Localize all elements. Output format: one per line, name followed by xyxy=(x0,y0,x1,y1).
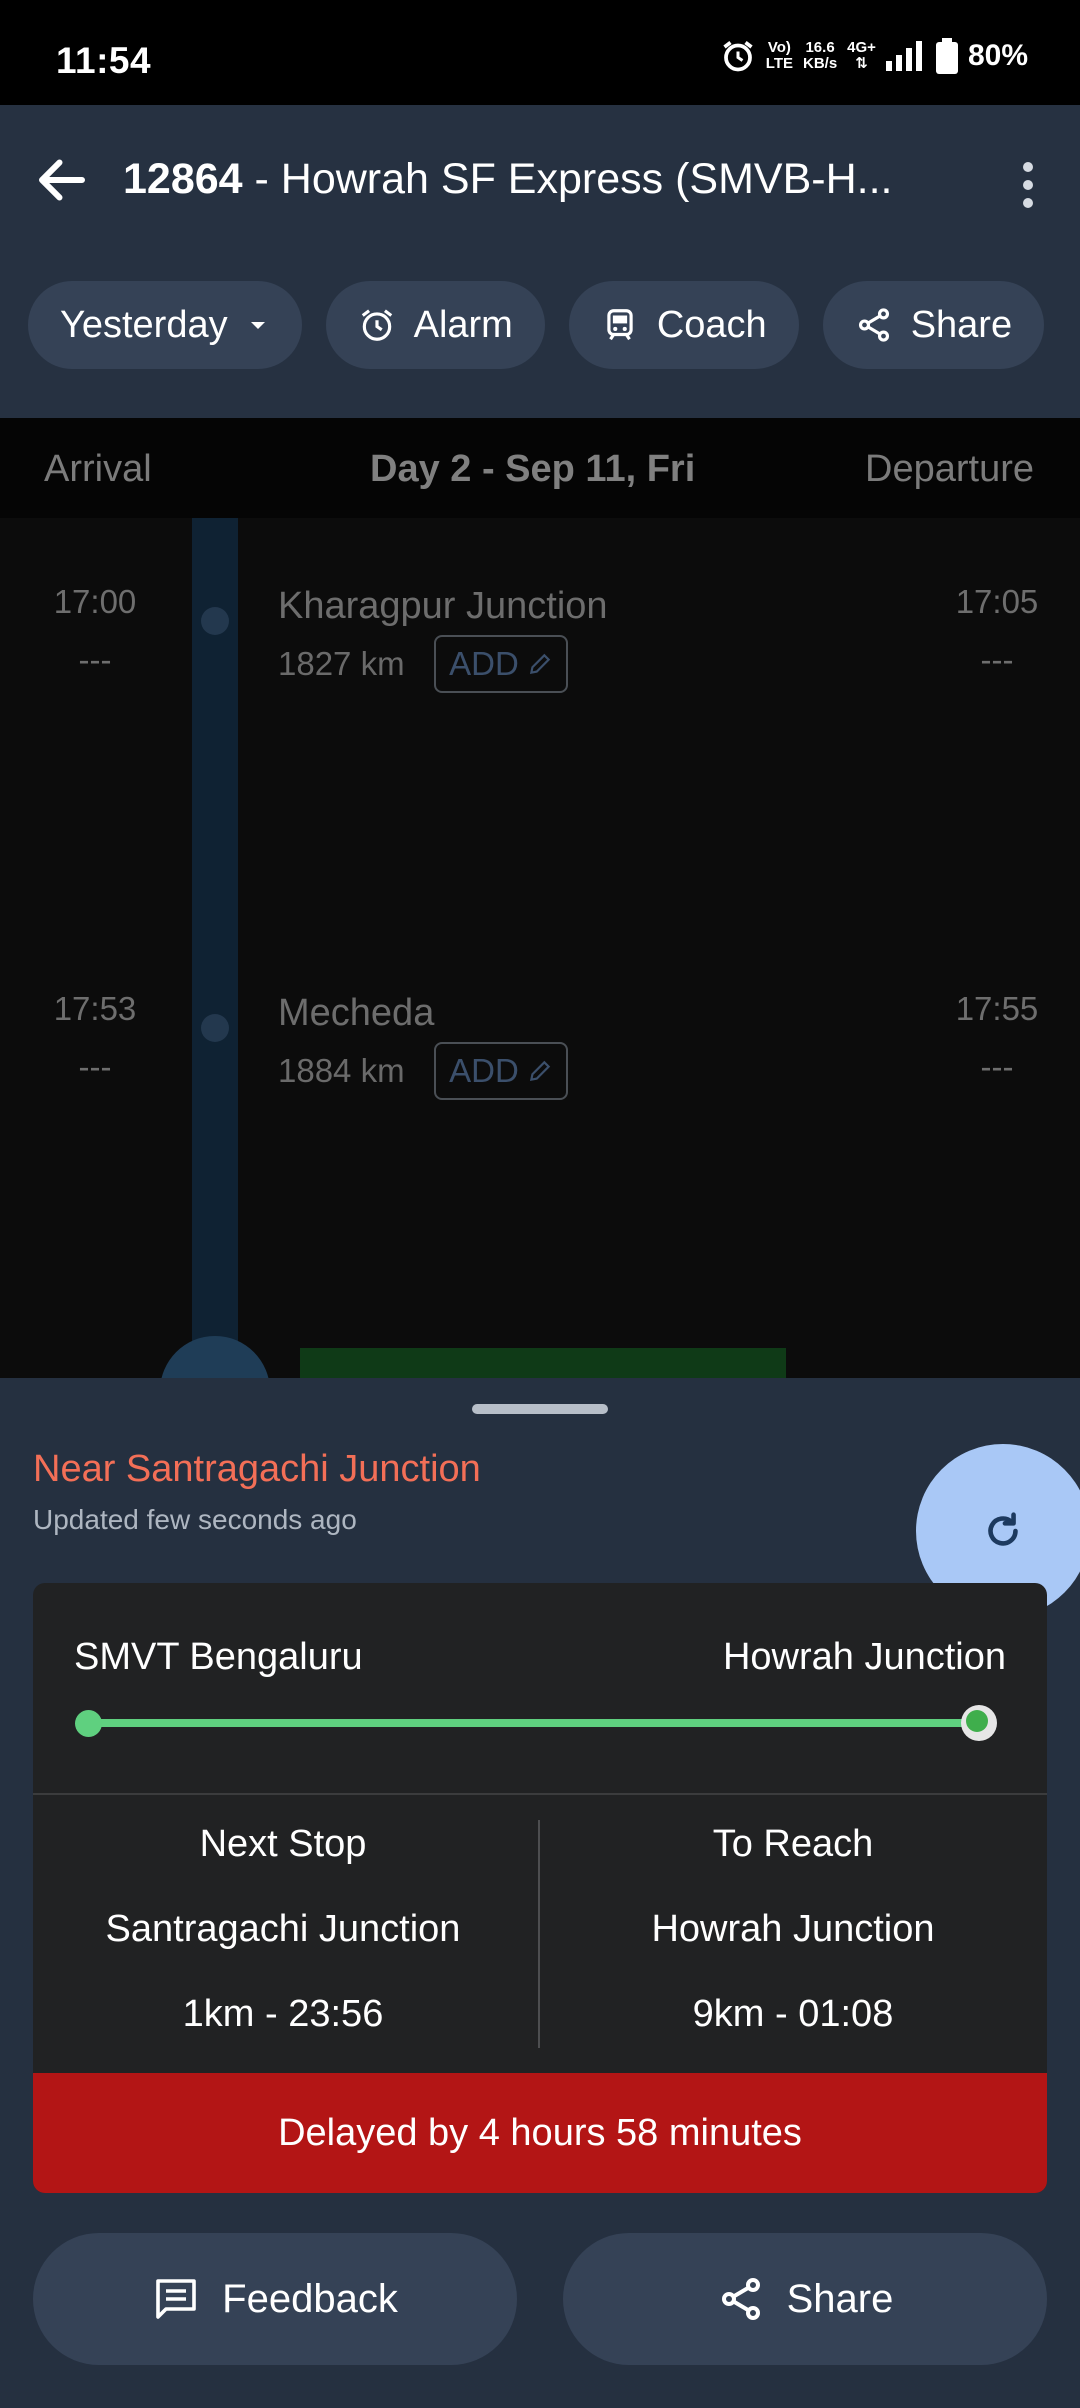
destination-station: Howrah Junction xyxy=(722,1636,1006,1678)
coach-label: Coach xyxy=(656,303,767,346)
sheet-drag-handle[interactable] xyxy=(472,1404,608,1414)
alarm-icon xyxy=(723,41,753,72)
to-reach-name: Howrah Junction xyxy=(651,1908,935,1950)
arrival-time: 17:00 --- xyxy=(53,583,137,678)
signal-type: 4G+ ⇅ xyxy=(847,39,876,72)
arrival-time: 17:53 --- xyxy=(53,990,137,1085)
signal-icon xyxy=(885,41,922,71)
share-label: Share xyxy=(786,2276,894,2321)
feedback-icon xyxy=(156,2279,196,2319)
train-location-icon xyxy=(160,1336,270,1378)
arrow-left-icon xyxy=(39,159,85,201)
train-number: 12864 xyxy=(123,155,243,203)
share-icon xyxy=(721,2278,760,2320)
departure-time: 17:55 --- xyxy=(955,990,1039,1085)
column-divider xyxy=(538,1820,540,2048)
station-dot xyxy=(201,607,229,635)
station-timeline[interactable]: 17:00 --- Kharagpur Junction 1827 km ADD … xyxy=(0,518,1080,1378)
station-row[interactable]: 17:53 --- Mecheda 1884 km ADD 17:55 --- xyxy=(0,925,1080,1100)
station-dot xyxy=(201,1014,229,1042)
station-name: Kharagpur Junction xyxy=(278,585,608,627)
dropdown-arrow-icon xyxy=(250,322,265,329)
card-divider xyxy=(33,1793,1047,1795)
pencil-icon xyxy=(529,1060,551,1082)
volte-indicator: Vo) LTE xyxy=(765,39,793,72)
to-reach-label: To Reach xyxy=(712,1823,874,1865)
next-stop-section: Next Stop Santragachi Junction 1km - 23:… xyxy=(33,1823,533,2078)
network-speed: 16.6 KB/s xyxy=(802,39,838,72)
next-stop-eta: 1km - 23:56 xyxy=(182,1993,384,2035)
add-platform-button[interactable]: ADD xyxy=(434,635,568,693)
current-location-banner xyxy=(300,1348,786,1378)
alarm-label: Alarm xyxy=(413,303,513,346)
coach-chip[interactable]: Coach xyxy=(568,281,799,369)
share-button[interactable]: Share xyxy=(563,2233,1047,2365)
next-stop-label: Next Stop xyxy=(199,1823,367,1865)
journey-status-card: SMVT Bengaluru Howrah Junction Next Stop… xyxy=(33,1583,1047,2193)
last-updated-text: Updated few seconds ago xyxy=(33,1504,357,1535)
progress-start-dot xyxy=(75,1710,102,1737)
refresh-icon xyxy=(988,1512,1018,1546)
share-chip-label: Share xyxy=(910,303,1013,346)
share-icon xyxy=(858,308,889,342)
alarm-chip[interactable]: Alarm xyxy=(325,281,545,369)
back-button[interactable] xyxy=(32,150,92,210)
journey-progress-bar xyxy=(88,1719,988,1727)
more-vert-icon xyxy=(1023,162,1033,172)
more-options-button[interactable] xyxy=(998,150,1058,220)
page-title: 12864 - Howrah SF Express (SMVB-H... xyxy=(123,155,943,204)
station-row[interactable]: 17:00 --- Kharagpur Junction 1827 km ADD … xyxy=(0,518,1080,693)
arrival-column-header: Arrival xyxy=(44,448,152,490)
to-reach-eta: 9km - 01:08 xyxy=(692,1993,894,2035)
status-bar: 11:54 Vo) LTE 16.6 KB/s 4G+ ⇅ 80% xyxy=(0,0,1080,105)
train-icon xyxy=(607,309,633,341)
current-location-text: Near Santragachi Junction xyxy=(33,1448,481,1490)
add-platform-button[interactable]: ADD xyxy=(434,1042,568,1100)
departure-time: 17:05 --- xyxy=(955,583,1039,678)
delay-banner: Delayed by 4 hours 58 minutes xyxy=(33,2073,1047,2193)
live-status-sheet: Near Santragachi Junction Updated few se… xyxy=(0,1378,1080,2408)
departure-column-header: Departure xyxy=(865,448,1034,490)
day-select-chip[interactable]: Yesterday xyxy=(28,281,302,369)
feedback-button[interactable]: Feedback xyxy=(33,2233,517,2365)
station-name: Mecheda xyxy=(278,992,435,1034)
status-icons: Vo) LTE 16.6 KB/s 4G+ ⇅ 80% xyxy=(720,38,1028,74)
train-name: - Howrah SF Express (SMVB-H... xyxy=(242,155,893,203)
battery-level: 80% xyxy=(967,39,1028,72)
station-distance: 1827 km xyxy=(278,645,405,682)
alarm-clock-icon xyxy=(361,309,392,341)
share-chip[interactable]: Share xyxy=(822,281,1045,369)
pencil-icon xyxy=(529,653,551,675)
timeline-header: Arrival Day 2 - Sep 11, Fri Departure xyxy=(0,418,1080,518)
to-reach-section: To Reach Howrah Junction 9km - 01:08 xyxy=(543,1823,1043,2078)
feedback-label: Feedback xyxy=(222,2276,398,2321)
origin-station: SMVT Bengaluru xyxy=(74,1636,363,1678)
app-bar: 12864 - Howrah SF Express (SMVB-H... Yes… xyxy=(0,105,1080,418)
progress-current-dot xyxy=(961,1705,997,1741)
status-time: 11:54 xyxy=(56,40,152,81)
action-chips: Yesterday Alarm Coach Share xyxy=(28,281,1045,369)
battery-icon xyxy=(935,38,958,74)
station-distance: 1884 km xyxy=(278,1052,405,1089)
day-heading: Day 2 - Sep 11, Fri xyxy=(370,448,696,490)
next-stop-name: Santragachi Junction xyxy=(105,1908,461,1950)
day-select-label: Yesterday xyxy=(60,303,228,346)
